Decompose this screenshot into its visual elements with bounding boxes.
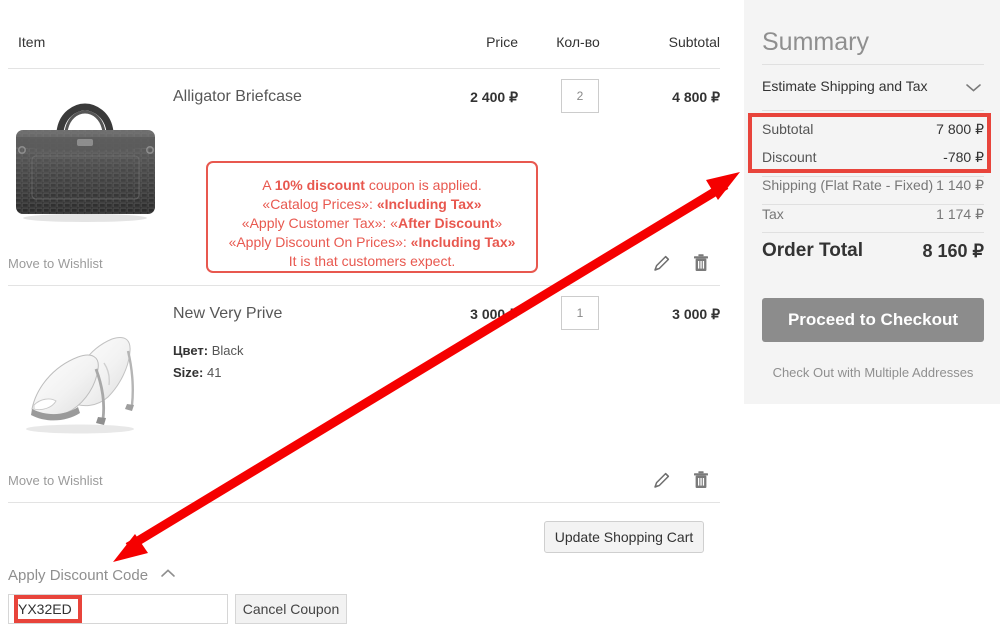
order-total-label: Order Total: [762, 240, 863, 261]
row-divider-1: [8, 285, 720, 286]
product-subtotal: 3 000 ₽: [672, 306, 720, 322]
annotation-line-1: A 10% discount coupon is applied.: [208, 176, 536, 195]
cart-table-header: Item Price Кол-во Subtotal: [8, 34, 720, 64]
option-value: 41: [206, 365, 222, 380]
header-divider: [8, 68, 720, 69]
summary-row-shipping: Shipping (Flat Rate - Fixed) 1 140 ₽: [762, 177, 984, 199]
summary-row-subtotal: Subtotal 7 800 ₽: [762, 121, 984, 143]
quantity-input[interactable]: 2: [561, 79, 599, 113]
annotation-line-3: «Apply Customer Tax»: «After Discount»: [208, 214, 536, 233]
cart-section: Item Price Кол-во Subtotal Alligator Bri…: [0, 0, 730, 640]
update-shopping-cart-button[interactable]: Update Shopping Cart: [544, 521, 704, 553]
cancel-coupon-button[interactable]: Cancel Coupon: [235, 594, 347, 624]
apply-discount-code-label: Apply Discount Code: [8, 567, 149, 584]
annotation-line-5: It is that customers expect.: [288, 253, 456, 269]
product-name[interactable]: New Very Prive: [173, 305, 282, 323]
annotation-text: «Catalog Prices»:: [262, 196, 377, 212]
summary-label: Tax: [762, 206, 784, 222]
coupon-code-input[interactable]: [8, 594, 228, 624]
column-header-price: Price: [486, 34, 518, 50]
annotation-text: coupon is applied.: [364, 177, 482, 193]
product-subtotal: 4 800 ₽: [672, 89, 720, 105]
summary-divider-2: [762, 110, 984, 111]
annotation-text: «Apply Discount On Prices»:: [228, 234, 411, 250]
annotation-text: «Apply Customer Tax»: «: [241, 215, 398, 231]
high-heel-shoe-thumbnail[interactable]: [8, 305, 163, 455]
proceed-to-checkout-button[interactable]: Proceed to Checkout: [762, 298, 984, 342]
summary-divider-4: [762, 204, 984, 205]
product-price: 3 000 ₽: [470, 306, 518, 322]
annotation-text: A: [262, 177, 275, 193]
annotation-bold: «Including Tax»: [410, 234, 516, 250]
summary-value: -780 ₽: [943, 149, 984, 165]
summary-value: 1 140 ₽: [936, 177, 984, 193]
annotation-callout: A 10% discount coupon is applied. «Catal…: [206, 161, 538, 273]
option-label: Size:: [173, 365, 204, 380]
pencil-icon[interactable]: [651, 469, 673, 491]
row-divider-2: [8, 502, 720, 503]
summary-row-order-total: Order Total 8 160 ₽: [762, 240, 984, 266]
product-name[interactable]: Alligator Briefcase: [173, 88, 302, 106]
summary-divider-5: [762, 232, 984, 233]
column-header-item: Item: [18, 34, 46, 50]
option-value: Black: [211, 343, 244, 358]
summary-value: 7 800 ₽: [936, 121, 984, 137]
quantity-input[interactable]: 1: [561, 296, 599, 330]
trash-icon[interactable]: [690, 252, 712, 274]
summary-divider-1: [762, 64, 984, 65]
column-header-subtotal: Subtotal: [668, 34, 720, 50]
summary-title: Summary: [762, 28, 869, 56]
order-total-value: 8 160 ₽: [922, 241, 985, 261]
estimate-shipping-label: Estimate Shipping and Tax: [762, 78, 928, 94]
product-price: 2 400 ₽: [470, 89, 518, 105]
summary-label: Shipping (Flat Rate - Fixed): [762, 177, 934, 193]
summary-label: Discount: [762, 149, 817, 165]
chevron-up-icon: [160, 565, 176, 582]
summary-row-tax: Tax 1 174 ₽: [762, 206, 984, 228]
table-row: New Very Prive 3 000 ₽ 1 3 000 ₽ Цвет: B…: [8, 287, 720, 499]
product-option-color: Цвет: Black: [173, 343, 244, 358]
annotation-text: »: [494, 215, 503, 231]
annotation-bold: 10% discount: [274, 177, 365, 193]
summary-panel: Summary Estimate Shipping and Tax Subtot…: [744, 0, 1000, 404]
chevron-down-icon: [965, 80, 982, 96]
estimate-shipping-and-tax-toggle[interactable]: Estimate Shipping and Tax: [762, 78, 984, 100]
option-label: Цвет:: [173, 343, 209, 358]
trash-icon[interactable]: [690, 469, 712, 491]
shopping-cart-page: Item Price Кол-во Subtotal Alligator Bri…: [0, 0, 1000, 640]
column-header-qty: Кол-во: [556, 34, 600, 50]
move-to-wishlist-link[interactable]: Move to Wishlist: [8, 473, 103, 488]
apply-discount-code-toggle[interactable]: Apply Discount Code: [8, 565, 176, 587]
summary-value: 1 174 ₽: [936, 206, 984, 222]
summary-row-discount: Discount -780 ₽: [762, 149, 984, 171]
checkout-multiple-addresses-link[interactable]: Check Out with Multiple Addresses: [762, 365, 984, 380]
annotation-line-4: «Apply Discount On Prices»: «Including T…: [208, 233, 536, 252]
briefcase-thumbnail[interactable]: [8, 98, 163, 238]
pencil-icon[interactable]: [651, 252, 673, 274]
product-option-size: Size: 41: [173, 365, 221, 380]
summary-label: Subtotal: [762, 121, 814, 137]
annotation-bold: After Discount: [397, 215, 495, 231]
annotation-line-2: «Catalog Prices»: «Including Tax»: [208, 195, 536, 214]
move-to-wishlist-link[interactable]: Move to Wishlist: [8, 256, 103, 271]
annotation-bold: «Including Tax»: [376, 196, 482, 212]
